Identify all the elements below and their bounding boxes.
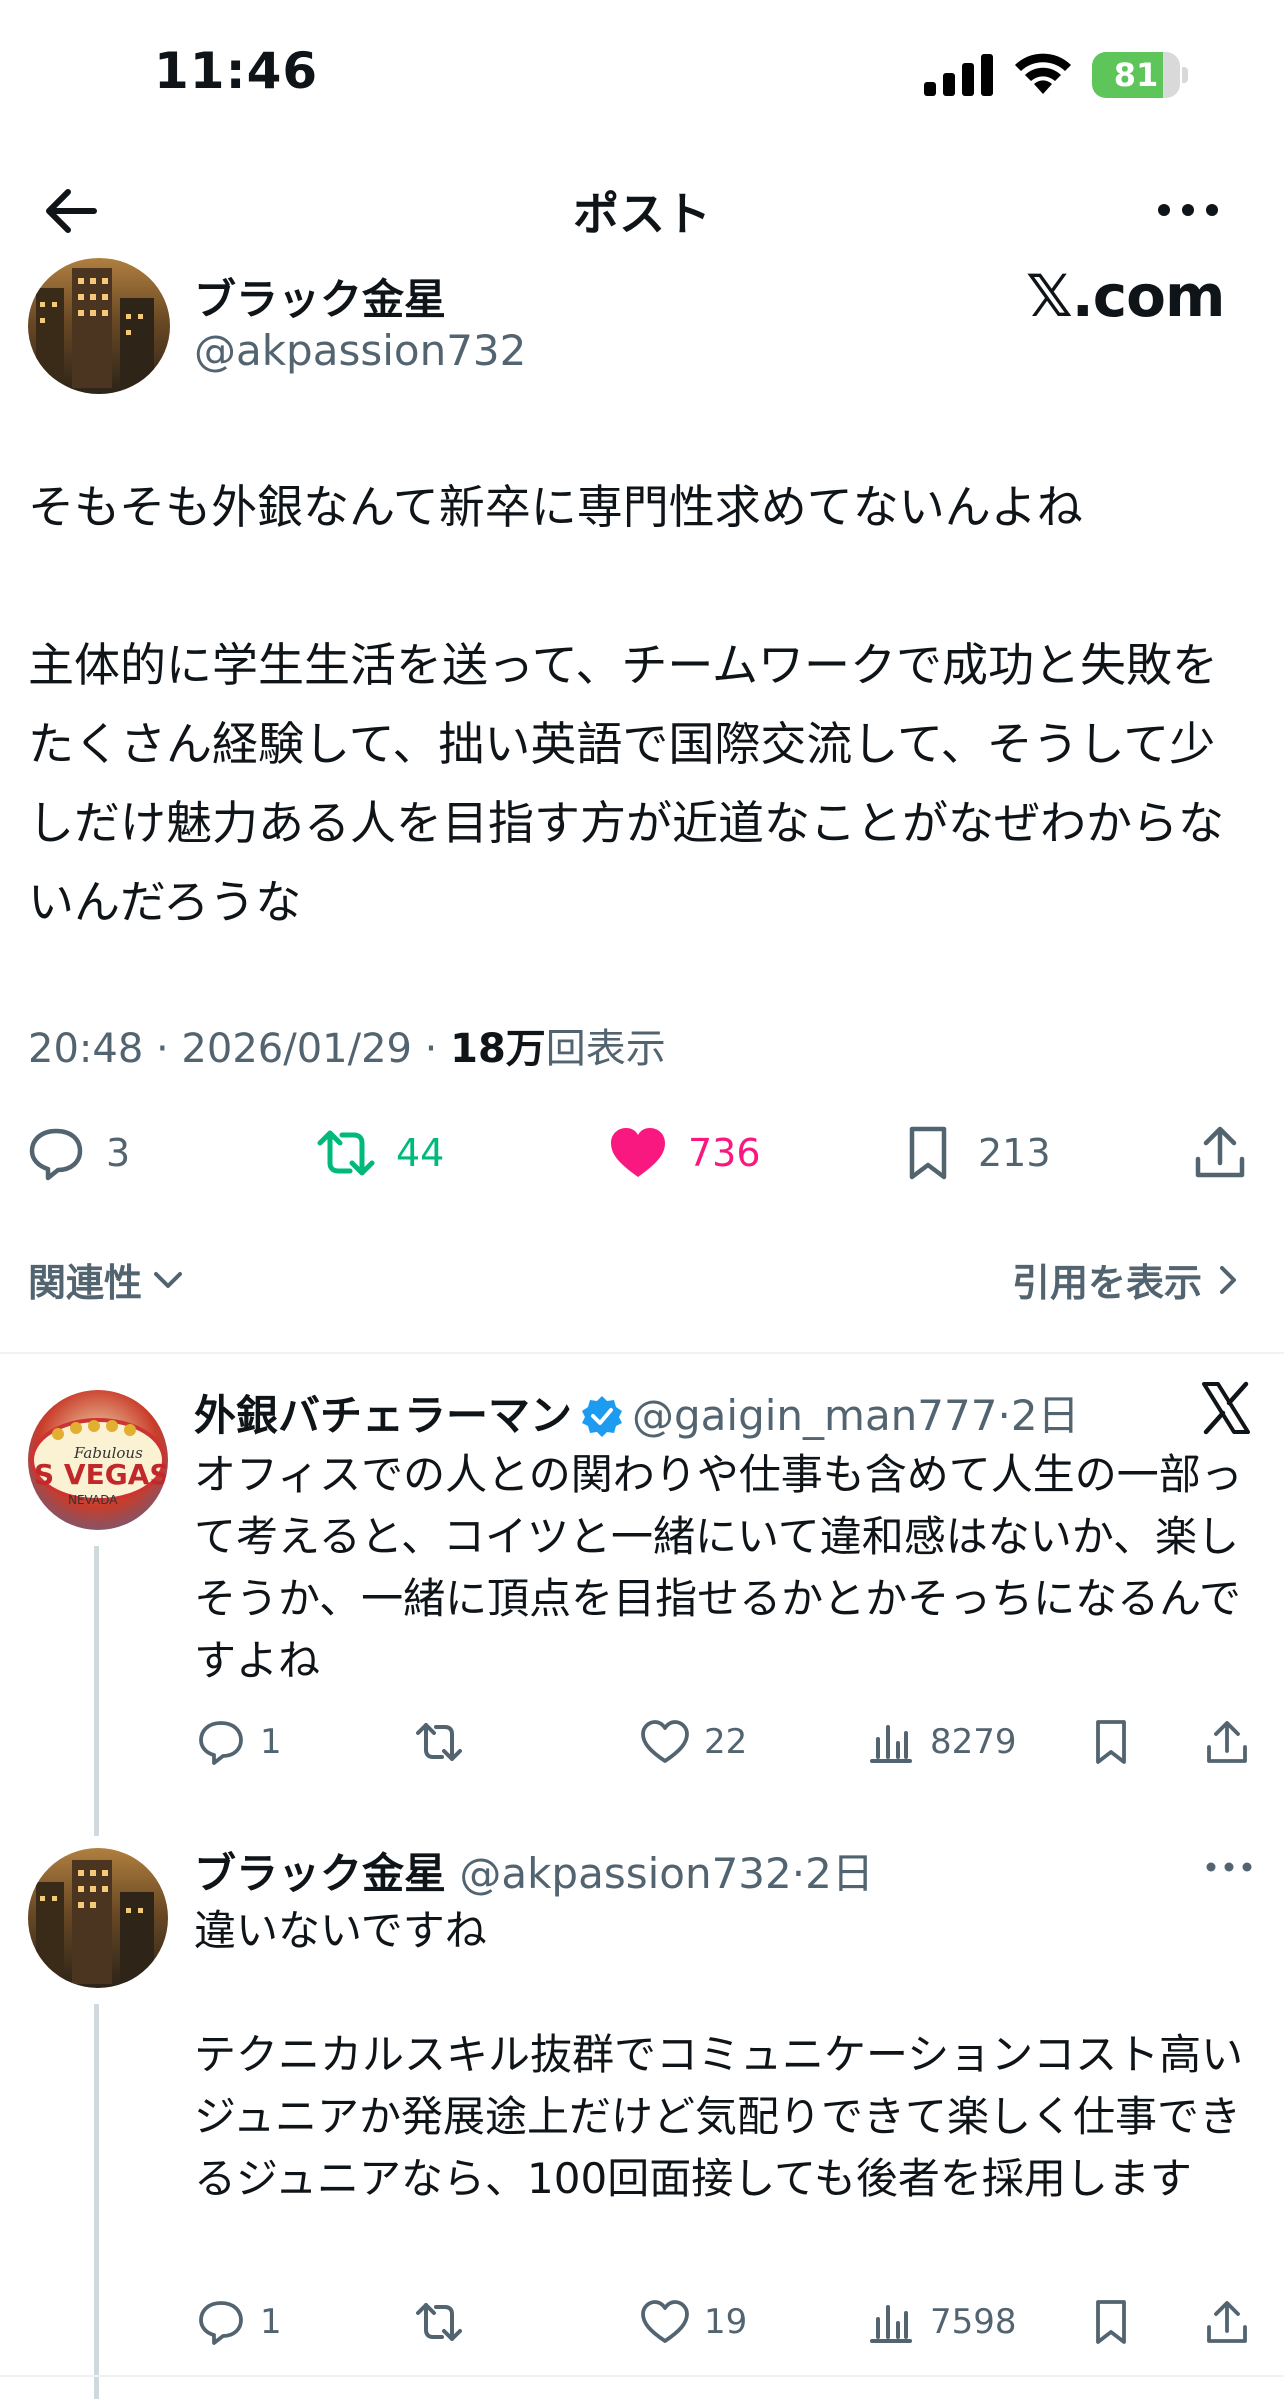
cellular-signal-icon <box>924 54 993 96</box>
more-options-icon[interactable] <box>1204 1852 1254 1882</box>
reply-2-reply-count: 1 <box>260 2302 282 2342</box>
reply-1-handle[interactable]: @gaigin_man777 <box>632 1391 997 1440</box>
battery-percent: 81 <box>1113 56 1159 94</box>
reply-2-view-count: 7598 <box>930 2302 1017 2342</box>
reply-2-text-paragraph-2: テクニカルスキル抜群でコミュニケーションコスト高いジュニアか発展途上だけど気配り… <box>194 2030 1244 2203</box>
post-time-date: 20:48 · 2026/01/29 · <box>28 1026 451 1072</box>
thread-connector-line <box>94 1546 99 1836</box>
view-quotes-link[interactable]: 引用を表示 <box>1012 1252 1248 1307</box>
reply-1-view-count: 8279 <box>930 1722 1017 1762</box>
repost-count: 44 <box>396 1131 445 1175</box>
reply-1-reply-count: 1 <box>260 1722 282 1762</box>
reply-1-text: オフィスでの人との関わりや仕事も含めて人生の一部って考えると、コイツと一緒にいて… <box>194 1450 1243 1685</box>
share-icon <box>1207 1721 1247 1763</box>
reply-2-bookmark-button[interactable] <box>1086 2292 1150 2352</box>
wifi-icon <box>1015 53 1071 94</box>
reply-2-avatar[interactable] <box>28 1848 168 1988</box>
svg-text:S VEGAS: S VEGAS <box>34 1458 168 1491</box>
reply-1-author-name[interactable]: 外銀バチェラーマン <box>194 1391 572 1440</box>
reply-avatar-vegas[interactable]: Fabulous S VEGAS NEVADA <box>28 1390 168 1530</box>
reply-2-author-name[interactable]: ブラック金星 <box>194 1849 446 1898</box>
bottom-divider <box>0 2375 1284 2377</box>
post-view-count: 18万 <box>450 1026 546 1072</box>
reply-2-header: ブラック金星 @akpassion732·2日 <box>194 1840 874 1901</box>
x-com-watermark: 𝕏.com <box>1026 262 1225 330</box>
chevron-down-icon <box>154 1271 183 1288</box>
bookmark-icon <box>909 1126 947 1180</box>
like-button[interactable]: 736 <box>608 1118 761 1188</box>
reply-2-age: ·2日 <box>791 1849 874 1898</box>
battery-indicator: 81 <box>1092 52 1188 98</box>
sort-label: 関連性 <box>28 1261 143 1305</box>
reply-2-share-button[interactable] <box>1202 2292 1266 2352</box>
post-actions: 3 44 736 213 <box>0 1118 1284 1188</box>
sort-relevance-dropdown[interactable]: 関連性 <box>28 1252 188 1307</box>
author-handle[interactable]: @akpassion732 <box>194 326 526 375</box>
reply-button[interactable]: 3 <box>26 1118 130 1188</box>
reply-2-like-count: 19 <box>704 2302 748 2342</box>
reply-1-like-button[interactable]: 22 <box>640 1712 747 1772</box>
share-icon <box>1207 2301 1247 2343</box>
x-logo-icon <box>1202 1381 1250 1435</box>
reply-icon <box>199 2301 243 2345</box>
reply-sort-row: 関連性 引用を表示 <box>0 1240 1284 1320</box>
analytics-bars-icon <box>870 1725 912 1763</box>
post-text-paragraph-1: そもそも外銀なんて新卒に専門性求めてないんよね <box>28 480 1083 534</box>
reply-1-bookmark-button[interactable] <box>1086 1712 1150 1772</box>
reply-count: 3 <box>106 1131 131 1175</box>
author-avatar[interactable] <box>28 258 170 394</box>
repost-icon <box>317 1130 375 1176</box>
reply-2-repost-button[interactable] <box>414 2292 478 2352</box>
reply-2-handle[interactable]: @akpassion732 <box>459 1849 791 1898</box>
reply-1-header: 外銀バチェラーマン @gaigin_man777·2日 <box>194 1382 1080 1443</box>
reply-1-like-count: 22 <box>704 1722 748 1762</box>
repost-icon <box>416 2303 462 2341</box>
post-timestamp: 20:48 · 2026/01/29 · 18万回表示 <box>28 1016 666 1074</box>
more-options-icon[interactable] <box>1156 190 1220 230</box>
analytics-bars-icon <box>870 2305 912 2343</box>
like-count: 736 <box>688 1131 761 1175</box>
reply-2-reply-button[interactable]: 1 <box>196 2292 282 2352</box>
reply-2-like-button[interactable]: 19 <box>640 2292 747 2352</box>
author-name[interactable]: ブラック金星 <box>194 266 446 327</box>
reply-icon <box>199 1721 243 1765</box>
reply-1-repost-button[interactable] <box>414 1712 478 1772</box>
section-divider <box>0 1352 1284 1354</box>
view-quotes-label: 引用を表示 <box>1011 1261 1202 1305</box>
bookmark-button[interactable]: 213 <box>898 1118 1051 1188</box>
heart-filled-icon <box>611 1128 665 1177</box>
reply-1-reply-button[interactable]: 1 <box>196 1712 282 1772</box>
repost-button[interactable]: 44 <box>316 1118 444 1188</box>
status-time: 11:46 <box>154 42 319 100</box>
share-button[interactable] <box>1190 1118 1270 1188</box>
reply-icon <box>29 1128 83 1181</box>
post-text-paragraph-2: 主体的に学生生活を送って、チームワークで成功と失敗をたくさん経験して、拙い英語で… <box>28 638 1224 929</box>
bookmark-icon <box>1096 1720 1126 1764</box>
heart-icon <box>641 2300 689 2343</box>
share-icon <box>1195 1126 1245 1178</box>
reply-1-age: ·2日 <box>997 1391 1080 1440</box>
reply-2-views-button[interactable]: 7598 <box>866 2292 1017 2352</box>
chevron-right-icon <box>1220 1265 1236 1294</box>
page-title: ポスト <box>573 187 711 241</box>
reply-1-share-button[interactable] <box>1202 1712 1266 1772</box>
svg-text:NEVADA: NEVADA <box>68 1493 118 1507</box>
reply-1-actions: 1 22 8279 <box>0 1712 1284 1772</box>
status-bar: 11:46 81 <box>0 0 1284 150</box>
reply-2-actions: 1 19 7598 <box>0 2292 1284 2352</box>
verified-badge-icon <box>582 1396 623 1437</box>
top-nav: ポスト <box>0 150 1284 270</box>
heart-icon <box>641 1720 689 1763</box>
bookmark-count: 213 <box>978 1131 1051 1175</box>
reply-1-views-button[interactable]: 8279 <box>866 1712 1017 1772</box>
reply-2-text-paragraph-1: 違いないですね <box>194 1906 487 1955</box>
bookmark-icon <box>1096 2300 1126 2344</box>
repost-icon <box>416 1723 462 1761</box>
post-views-label: 回表示 <box>545 1026 666 1072</box>
